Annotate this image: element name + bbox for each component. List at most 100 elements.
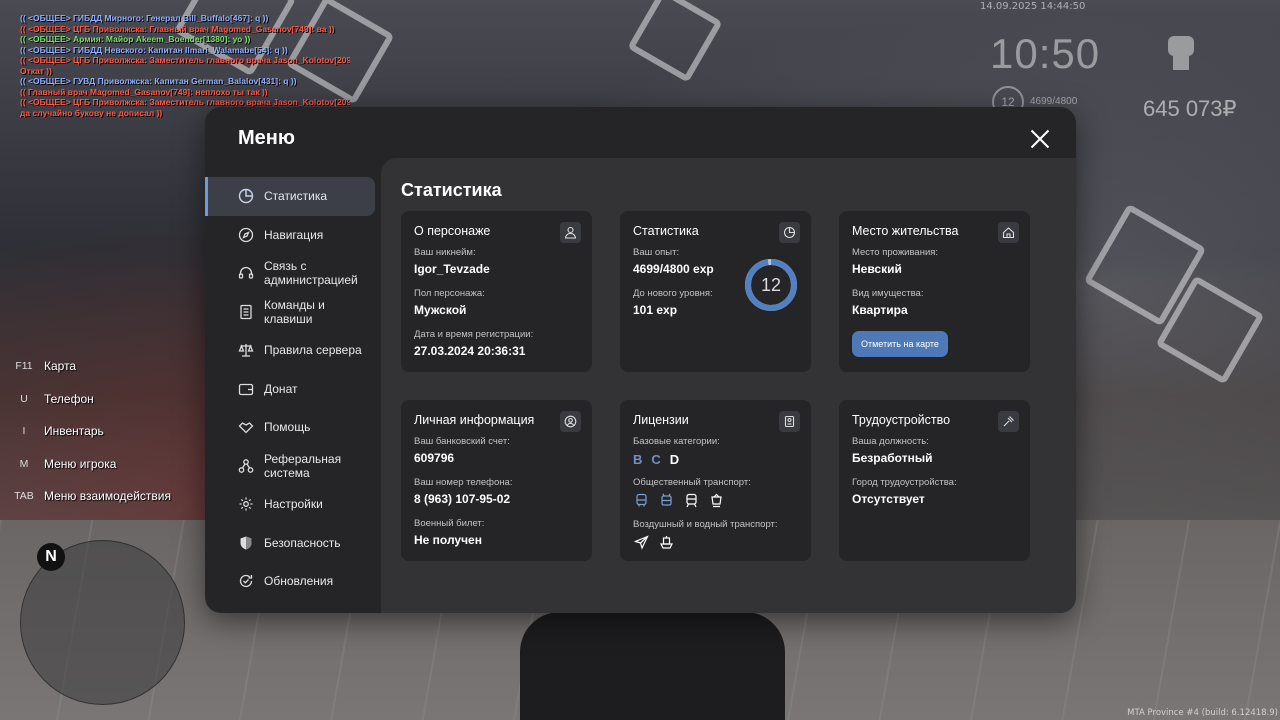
hotkey-map[interactable]: F11 Карта	[12, 350, 202, 383]
card-title: Место жительства	[852, 224, 959, 238]
menu-title: Меню	[238, 127, 295, 149]
sidebar-item-label: Реферальная система	[264, 451, 342, 480]
sidebar-item-label: Команды и клавиши	[264, 297, 325, 326]
sidebar-item-rules[interactable]: Правила сервера	[205, 331, 375, 370]
card-residence: Место жительства Место проживания: Невск…	[839, 211, 1030, 372]
hotkey-interaction-menu[interactable]: TAB Меню взаимодействия	[12, 480, 202, 513]
phone-label: Ваш номер телефона:	[414, 477, 513, 488]
sidebar-item-contact-admin[interactable]: Связь с администрацией	[205, 254, 375, 293]
headset-icon	[237, 264, 255, 282]
level-value: 12	[760, 275, 782, 295]
chat-line: (( <ОБЩЕЕ> ГИБДД Мирного: Генерал Bill_B…	[20, 13, 269, 23]
hotkey-label: Меню игрока	[44, 456, 117, 471]
chat-line: Откат ))	[20, 65, 52, 76]
card-employment: Трудоустройство Ваша должность: Безработ…	[839, 400, 1030, 561]
card-title: Статистика	[633, 224, 699, 238]
scales-icon	[237, 341, 255, 359]
hotkey-inventory[interactable]: I Инвентарь	[12, 415, 202, 448]
registration-label: Дата и время регистрации:	[414, 329, 534, 340]
hotkey-phone[interactable]: U Телефон	[12, 383, 202, 416]
gear-icon	[237, 495, 255, 513]
sidebar-item-referral[interactable]: Реферальная система	[205, 447, 375, 486]
military-id-label: Военный билет:	[414, 518, 485, 529]
chat-line: (( <ОБЩЕЕ> ГИБДД Невского: Капитан Ilmar…	[20, 44, 288, 55]
bus-icon	[633, 492, 649, 508]
chat-line: (( <ОБЩЕЕ> ЦГБ Приволжска: Главный врач …	[20, 23, 335, 34]
sidebar-item-label: Настройки	[264, 497, 323, 512]
chat-line: (( <ОБЩЕЕ> ГУВД Приволжска: Капитан Germ…	[20, 76, 297, 86]
sidebar-item-updates[interactable]: Обновления	[205, 562, 375, 601]
hotkey-label: Инвентарь	[44, 424, 104, 439]
sidebar-item-donate[interactable]: Донат	[205, 370, 375, 409]
sidebar-item-security[interactable]: Безопасность	[205, 524, 375, 563]
home-icon	[998, 222, 1019, 243]
sidebar-item-label: Помощь	[264, 420, 311, 435]
hammer-icon	[998, 411, 1019, 432]
card-title: О персонаже	[414, 224, 491, 238]
license-category-c: C	[651, 452, 661, 467]
card-title: Личная информация	[414, 413, 535, 427]
sidebar-item-label: Обновления	[264, 574, 334, 589]
nickname-label: Ваш никнейм:	[414, 247, 476, 258]
military-id-value: Не получен	[414, 533, 482, 547]
trolleybus-icon	[658, 492, 674, 508]
hotkey-label: Меню взаимодействия	[44, 489, 171, 504]
card-statistics: Статистика Ваш опыт: 4699/4800 exp До но…	[620, 211, 811, 372]
hud-clock: 10:50	[990, 30, 1101, 77]
wallet-icon	[237, 380, 255, 398]
hud-exp: 4699/4800	[1030, 96, 1078, 107]
hotkey-label: Телефон	[44, 391, 94, 406]
close-button[interactable]	[1028, 127, 1052, 151]
nickname-value: Igor_Tevzade	[414, 262, 490, 276]
train-icon	[683, 492, 699, 508]
sidebar-item-label: Связь с администрацией	[264, 259, 358, 288]
profile-circle-icon	[560, 411, 581, 432]
ship-icon	[658, 534, 674, 550]
property-type-label: Вид имущества:	[852, 288, 924, 299]
chat-log: (( <ОБЩЕЕ> ГИБДД Мирного: Генерал Bill_B…	[20, 13, 350, 118]
card-title: Трудоустройство	[852, 413, 951, 427]
hotkey-key: M	[19, 457, 29, 470]
user-icon	[560, 222, 581, 243]
sidebar-item-label: Статистика	[264, 189, 328, 204]
hotkey-key: TAB	[14, 490, 34, 503]
referral-icon	[237, 457, 255, 475]
content-title: Статистика	[401, 180, 502, 200]
residence-place-label: Место проживания:	[852, 247, 939, 258]
sidebar-item-help[interactable]: Помощь	[205, 408, 375, 447]
compass-icon	[237, 226, 255, 244]
fist-icon	[1160, 30, 1202, 74]
hotkey-player-menu[interactable]: M Меню игрока	[12, 448, 202, 481]
mark-on-map-button[interactable]: Отметить на карте	[852, 331, 948, 357]
license-category-d: D	[669, 452, 680, 467]
player-character	[520, 612, 785, 720]
public-transport-label: Общественный транспорт:	[633, 477, 751, 488]
sidebar-item-label: Донат	[264, 381, 298, 396]
chat-line: (( <ОБЩЕЕ> ЦГБ Приволжска: Заместитель г…	[20, 97, 350, 107]
pie-chart-icon	[237, 187, 255, 205]
card-title: Лицензии	[633, 413, 689, 427]
base-categories-label: Базовые категории:	[633, 436, 720, 447]
hotkey-list: F11 Карта U Телефон I Инвентарь M Меню игрок…	[12, 350, 202, 513]
tram-icon	[708, 492, 724, 508]
sidebar-item-settings[interactable]: Настройки	[205, 485, 375, 524]
id-card-icon	[779, 411, 800, 432]
content-panel: Статистика О персонаже Ваш никнейм: Igor…	[381, 158, 1076, 613]
build-version: MTA Province #4 (build: 6.12418.9)	[1127, 708, 1278, 718]
hud-money: 645 073₽	[1143, 96, 1237, 121]
sidebar-item-navigation[interactable]: Навигация	[205, 216, 375, 255]
job-city-label: Город трудоустройства:	[852, 477, 957, 488]
hotkey-key: I	[22, 425, 26, 438]
hotkey-key: F11	[15, 360, 33, 373]
air-water-transport-label: Воздушный и водный транспорт:	[633, 519, 778, 530]
ceiling-hex	[627, 0, 723, 83]
sidebar-item-commands[interactable]: Команды и клавиши	[205, 293, 375, 332]
phone-value: 8 (963) 107-95-02	[414, 492, 511, 506]
sidebar-item-statistics[interactable]: Статистика	[205, 177, 375, 216]
card-personal-info: Личная информация Ваш банковский счет: 6…	[401, 400, 592, 561]
air-water-transport-icons	[633, 534, 798, 550]
hotkey-key: U	[20, 392, 28, 405]
pie-chart-icon	[779, 222, 800, 243]
job-city-value: Отсутствует	[852, 492, 925, 506]
bank-account-value: 609796	[414, 451, 455, 465]
